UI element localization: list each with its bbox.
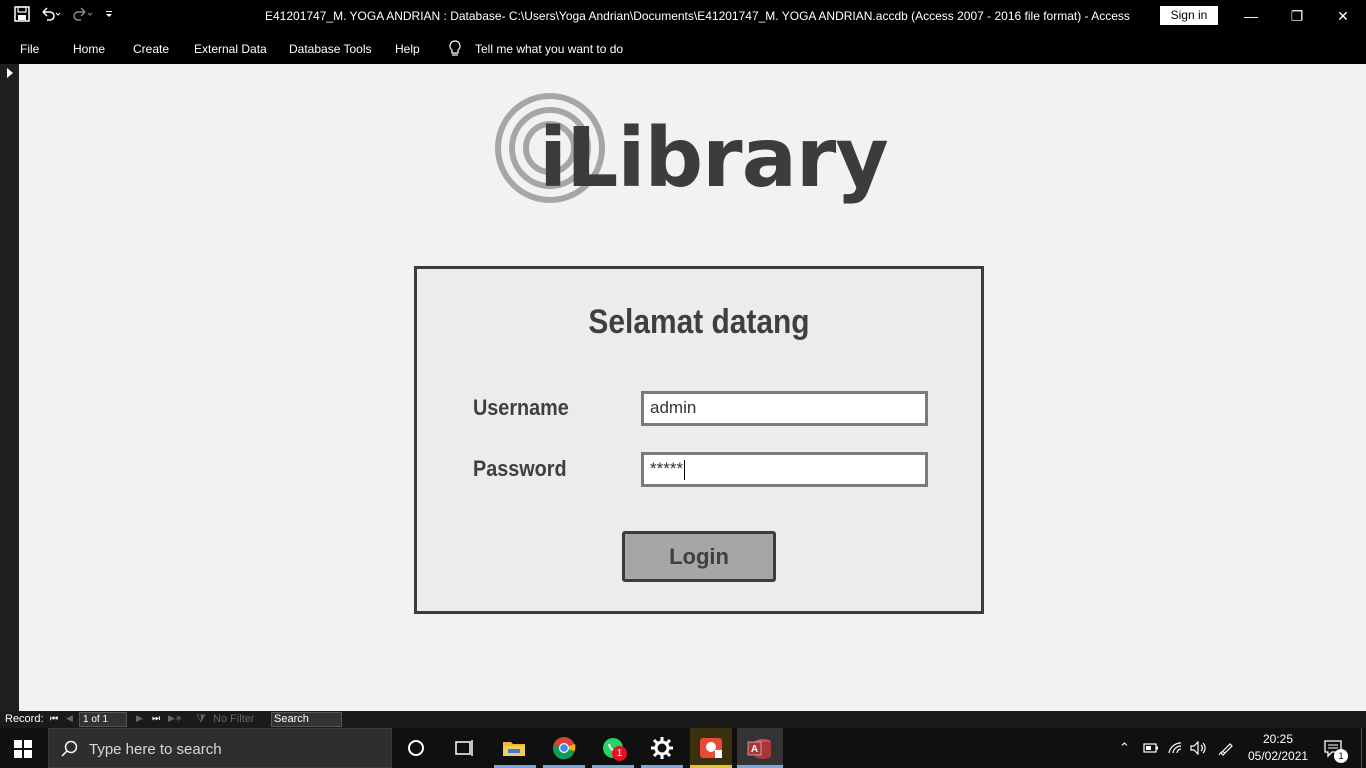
window-title: E41201747_M. YOGA ANDRIAN : Database- C:…: [265, 9, 1130, 23]
redo-icon[interactable]: [72, 6, 94, 22]
no-filter-button[interactable]: No Filter: [213, 713, 255, 725]
next-record-icon[interactable]: ▶: [136, 713, 143, 724]
filter-icon: ⧩: [196, 713, 206, 725]
minimize-icon[interactable]: —: [1228, 4, 1274, 28]
ribbon-tabs: File Home Create External Data Database …: [0, 32, 1366, 64]
username-label: Username: [473, 395, 569, 420]
title-bar: E41201747_M. YOGA ANDRIAN : Database- C:…: [0, 0, 1366, 32]
login-form: iLibrary Selamat datang Username admin P…: [19, 64, 1366, 711]
record-search-box[interactable]: Search: [271, 712, 342, 727]
lightbulb-icon: [449, 40, 461, 56]
cortana-icon[interactable]: [402, 734, 430, 762]
login-button[interactable]: Login: [622, 531, 776, 582]
restore-icon[interactable]: ❐: [1274, 4, 1320, 28]
expand-arrow-icon[interactable]: [7, 68, 13, 78]
username-field[interactable]: admin: [641, 391, 928, 426]
tab-database-tools[interactable]: Database Tools: [289, 42, 372, 56]
tab-home[interactable]: Home: [73, 42, 105, 56]
record-label: Record:: [5, 713, 44, 725]
chrome-icon[interactable]: [550, 734, 578, 762]
svg-text:A: A: [751, 744, 758, 755]
welcome-heading: Selamat datang: [588, 303, 810, 341]
windows-taskbar: Type here to search 1 A ⌃ 20:25 05/02/20…: [0, 728, 1366, 768]
access-icon[interactable]: A: [746, 734, 774, 762]
wifi-icon[interactable]: [1167, 741, 1183, 755]
close-icon[interactable]: ✕: [1320, 4, 1366, 28]
photo-app-icon[interactable]: [697, 734, 725, 762]
record-navigation-bar: Record: ⏮ ◀ 1 of 1 ▶ ⏭ ▶∗ ⧩ No Filter Se…: [0, 711, 1366, 728]
clock-time: 20:25: [1262, 732, 1294, 746]
login-panel: Selamat datang Username admin Password *…: [414, 266, 984, 614]
save-icon[interactable]: [14, 6, 30, 22]
last-record-icon[interactable]: ⏭: [152, 713, 160, 724]
tab-file[interactable]: File: [20, 42, 39, 56]
battery-icon[interactable]: [1143, 742, 1159, 754]
undo-icon[interactable]: [40, 6, 62, 22]
username-value: admin: [650, 398, 697, 417]
new-record-icon[interactable]: ▶∗: [168, 713, 182, 724]
task-view-icon[interactable]: [450, 734, 478, 762]
record-position[interactable]: 1 of 1: [79, 712, 127, 727]
logo-text: iLibrary: [539, 111, 889, 206]
clock-date: 05/02/2021: [1248, 749, 1309, 763]
ilibrary-logo: iLibrary: [494, 90, 914, 240]
password-value: *****: [650, 459, 684, 478]
taskbar-search-box[interactable]: Type here to search: [48, 728, 392, 768]
system-clock[interactable]: 20:25 05/02/2021: [1248, 731, 1308, 765]
tab-create[interactable]: Create: [133, 42, 169, 56]
show-desktop-button[interactable]: [1361, 728, 1362, 768]
show-hidden-icons-icon[interactable]: ⌃: [1119, 740, 1130, 756]
notification-count-badge: 1: [1334, 749, 1348, 763]
password-label: Password: [473, 456, 567, 481]
navigation-pane-collapsed[interactable]: [0, 64, 19, 711]
password-field[interactable]: *****: [641, 452, 928, 487]
volume-icon[interactable]: [1190, 741, 1208, 755]
search-icon: [61, 740, 78, 757]
settings-icon[interactable]: [648, 734, 676, 762]
customize-icon[interactable]: [104, 6, 114, 22]
windows-start-icon[interactable]: [14, 740, 32, 758]
text-caret: [684, 459, 686, 480]
whatsapp-badge: 1: [612, 746, 627, 761]
tab-external-data[interactable]: External Data: [194, 42, 267, 56]
pen-workspace-icon[interactable]: [1218, 740, 1234, 756]
previous-record-icon[interactable]: ◀: [66, 713, 73, 724]
sign-in-button[interactable]: Sign in: [1160, 6, 1218, 25]
tell-me-search[interactable]: Tell me what you want to do: [475, 42, 623, 56]
quick-access-toolbar: [14, 6, 114, 22]
first-record-icon[interactable]: ⏮: [50, 713, 58, 724]
tab-help[interactable]: Help: [395, 42, 420, 56]
search-placeholder: Type here to search: [89, 741, 222, 758]
file-explorer-icon[interactable]: [500, 734, 528, 762]
